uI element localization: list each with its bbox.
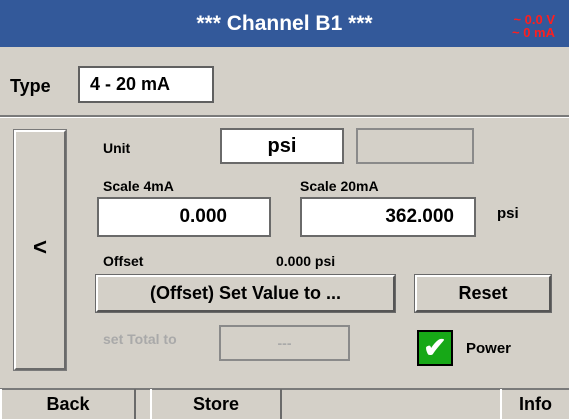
offset-set-value-button[interactable]: (Offset) Set Value to ... bbox=[95, 274, 396, 313]
type-label: Type bbox=[10, 76, 51, 96]
section-divider-highlight bbox=[0, 117, 569, 118]
unit-label: Unit bbox=[103, 140, 131, 156]
power-checkbox[interactable]: ✔ bbox=[417, 330, 453, 366]
set-total-label: set Total to bbox=[103, 331, 177, 347]
reset-button[interactable]: Reset bbox=[414, 274, 552, 313]
scale-20ma-label: Scale 20mA bbox=[300, 178, 379, 194]
offset-label: Offset bbox=[103, 253, 144, 269]
current-status: ~ 0 mA bbox=[512, 25, 555, 40]
set-total-field[interactable]: --- bbox=[219, 325, 350, 361]
back-button[interactable]: Back bbox=[0, 389, 136, 419]
scale-20ma-input[interactable]: 362.000 bbox=[300, 197, 476, 237]
page-title: *** Channel B1 *** bbox=[196, 12, 373, 35]
info-button[interactable]: Info bbox=[500, 389, 569, 419]
previous-page-button[interactable]: < bbox=[13, 129, 67, 371]
power-label: Power bbox=[466, 340, 512, 357]
checkmark-icon: ✔ bbox=[423, 332, 447, 363]
store-button[interactable]: Store bbox=[150, 389, 282, 419]
scale-unit-label: psi bbox=[497, 205, 519, 222]
scale-4ma-input[interactable]: 0.000 bbox=[97, 197, 271, 237]
offset-value: 0.000 psi bbox=[276, 253, 336, 269]
unit-secondary-field[interactable] bbox=[356, 128, 474, 164]
type-select[interactable]: 4 - 20 mA bbox=[78, 66, 214, 103]
unit-field[interactable]: psi bbox=[220, 128, 344, 164]
scale-4ma-label: Scale 4mA bbox=[103, 178, 174, 194]
title-bar: *** Channel B1 *** ~ 0.0 V ~ 0 mA bbox=[0, 0, 569, 47]
